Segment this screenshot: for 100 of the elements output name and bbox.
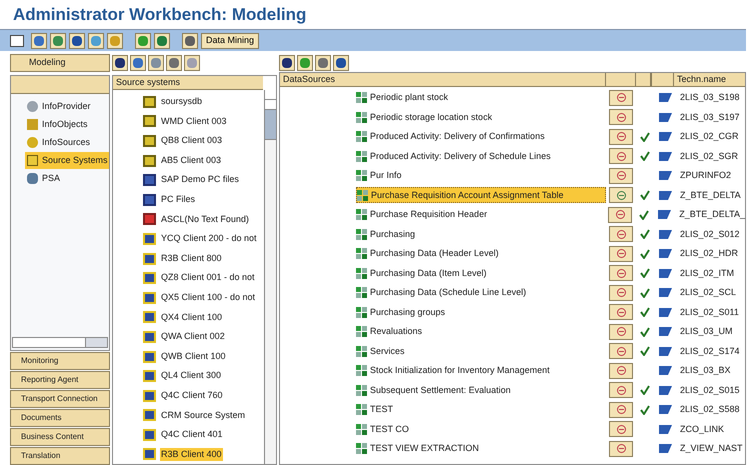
datasource-row[interactable]: Stock Initialization for Inventory Management <box>356 362 606 379</box>
system-icon <box>143 370 156 382</box>
nav-item[interactable]: InfoProvider <box>25 98 109 115</box>
toolbar-icon[interactable] <box>112 55 128 71</box>
system-icon <box>143 174 156 186</box>
nav-section-button[interactable]: Transport Connection <box>10 390 110 408</box>
modeling-button[interactable]: Modeling <box>10 54 110 72</box>
horizontal-scrollbar[interactable] <box>12 337 108 348</box>
technical-name: 2LIS_02_S011 <box>679 306 739 319</box>
source-system-item[interactable]: PC Files <box>160 193 196 207</box>
collapse-button[interactable] <box>609 265 633 282</box>
nav-section-button[interactable]: Monitoring <box>10 352 110 370</box>
nav-item[interactable]: InfoObjects <box>25 116 109 133</box>
nav-section-button[interactable]: Reporting Agent <box>10 371 110 389</box>
toolbar-icon[interactable] <box>182 32 198 48</box>
source-system-item[interactable]: QWB Client 100 <box>160 350 227 364</box>
collapse-button[interactable] <box>609 246 633 262</box>
extractor-icon <box>658 366 672 376</box>
collapse-button[interactable] <box>609 324 633 340</box>
window-icon[interactable] <box>10 34 24 46</box>
datasource-icon <box>356 443 367 454</box>
toolbar-icon[interactable] <box>69 32 85 48</box>
collapse-button[interactable] <box>609 382 633 398</box>
datasource-row[interactable]: Purchase Requisition Header <box>356 206 606 223</box>
collapse-button[interactable] <box>609 148 633 164</box>
datasource-icon <box>356 365 367 376</box>
source-system-item[interactable]: QX5 Client 100 - do not <box>160 290 256 304</box>
datasource-row[interactable]: TEST VIEW EXTRACTION <box>356 440 606 457</box>
datasource-row[interactable]: Revaluations <box>356 324 606 340</box>
collapse-button[interactable] <box>609 402 633 418</box>
objects-icon <box>27 119 38 130</box>
nav-item[interactable]: InfoSources <box>25 134 109 151</box>
collapse-button[interactable] <box>609 362 633 379</box>
datasource-row[interactable]: Periodic plant stock <box>356 90 606 106</box>
source-system-item[interactable]: SAP Demo PC files <box>160 173 240 187</box>
toolbar-icon[interactable] <box>333 55 349 71</box>
datasource-row[interactable]: TEST <box>356 402 606 418</box>
collapse-button[interactable] <box>609 343 633 360</box>
datasource-icon <box>356 384 367 396</box>
source-system-item[interactable]: R3B Client 400 <box>160 448 223 462</box>
datasource-icon <box>356 248 367 260</box>
datasource-row[interactable]: Produced Activity: Delivery of Schedule Lines <box>356 148 606 164</box>
source-system-item[interactable]: QB8 Client 003 <box>160 134 224 148</box>
datasource-row[interactable]: Purchasing Data (Header Level) <box>356 246 606 262</box>
data-mining-button[interactable]: Data Mining <box>201 32 260 48</box>
nav-section-button[interactable]: Documents <box>10 409 110 427</box>
datasource-row[interactable]: Purchase Requisition Account Assignment Table <box>356 187 606 204</box>
system-icon <box>143 154 156 167</box>
datasource-row[interactable]: Subsequent Settlement: Evaluation <box>356 382 606 398</box>
collapse-button[interactable] <box>609 128 633 145</box>
datasource-row[interactable]: Purchasing Data (Schedule Line Level) <box>356 284 606 301</box>
datasource-row[interactable]: Periodic storage location stock <box>356 109 606 126</box>
technical-name: Z_BTE_DELTA <box>679 188 741 202</box>
source-system-item[interactable]: YCQ Client 200 - do not <box>160 232 258 246</box>
technical-name: 2LIS_03_S198 <box>679 91 740 104</box>
source-system-item[interactable]: CRM Source System <box>160 408 246 422</box>
nav-section-button[interactable]: Business Content <box>10 428 110 446</box>
collapse-button[interactable] <box>609 90 633 106</box>
toolbar-icon[interactable] <box>279 55 295 71</box>
datasource-row[interactable]: Purchasing <box>356 226 606 242</box>
nav-section-button[interactable]: Translation <box>10 447 110 465</box>
source-system-item[interactable]: ASCL(No Text Found) <box>160 212 250 226</box>
source-system-item[interactable]: QL4 Client 300 <box>160 369 222 383</box>
collapse-button[interactable] <box>609 226 633 242</box>
datasource-row[interactable]: Purchasing groups <box>356 304 606 320</box>
datasource-row[interactable]: Pur Info <box>356 168 606 184</box>
datasource-row[interactable]: Services <box>356 343 606 360</box>
source-system-item[interactable]: soursysdb <box>160 95 204 109</box>
collapse-button[interactable] <box>608 206 632 223</box>
technical-name: 2LIS_02_S588 <box>679 403 740 416</box>
datasource-row[interactable]: Produced Activity: Delivery of Confirmations <box>356 128 606 145</box>
datasource-icon <box>356 424 367 435</box>
extractor-icon <box>658 386 672 395</box>
source-system-item[interactable]: R3B Client 800 <box>160 252 223 266</box>
technical-name: 2LIS_03_UM <box>679 325 733 338</box>
extractor-icon <box>658 152 672 161</box>
collapse-button[interactable] <box>609 284 633 301</box>
source-system-item[interactable]: AB5 Client 003 <box>160 154 222 168</box>
system-icon <box>143 134 156 147</box>
datasource-icon <box>357 190 368 201</box>
extractor-icon <box>658 424 672 434</box>
source-system-item[interactable]: Q4C Client 401 <box>160 428 224 442</box>
datasource-row[interactable]: TEST CO <box>356 421 606 438</box>
extractor-icon <box>658 444 672 454</box>
source-system-item[interactable]: QWA Client 002 <box>160 330 226 344</box>
collapse-button[interactable] <box>609 168 633 184</box>
nav-item[interactable]: Source Systems <box>25 152 109 169</box>
expand-button[interactable] <box>609 187 633 204</box>
source-system-item[interactable]: QZ8 Client 001 - do not <box>160 271 256 285</box>
datasource-row[interactable]: Purchasing Data (Item Level) <box>356 265 606 282</box>
collapse-button[interactable] <box>609 109 633 126</box>
collapse-button[interactable] <box>609 304 633 320</box>
source-system-item[interactable]: QX4 Client 100 <box>160 310 224 324</box>
collapse-button[interactable] <box>609 440 633 457</box>
vertical-scrollbar[interactable] <box>264 90 276 464</box>
collapse-button[interactable] <box>609 421 633 438</box>
source-system-item[interactable]: Q4C Client 760 <box>160 388 224 402</box>
database-icon <box>27 173 38 184</box>
nav-item[interactable]: PSA <box>25 170 109 187</box>
source-system-item[interactable]: WMD Client 003 <box>160 114 228 128</box>
